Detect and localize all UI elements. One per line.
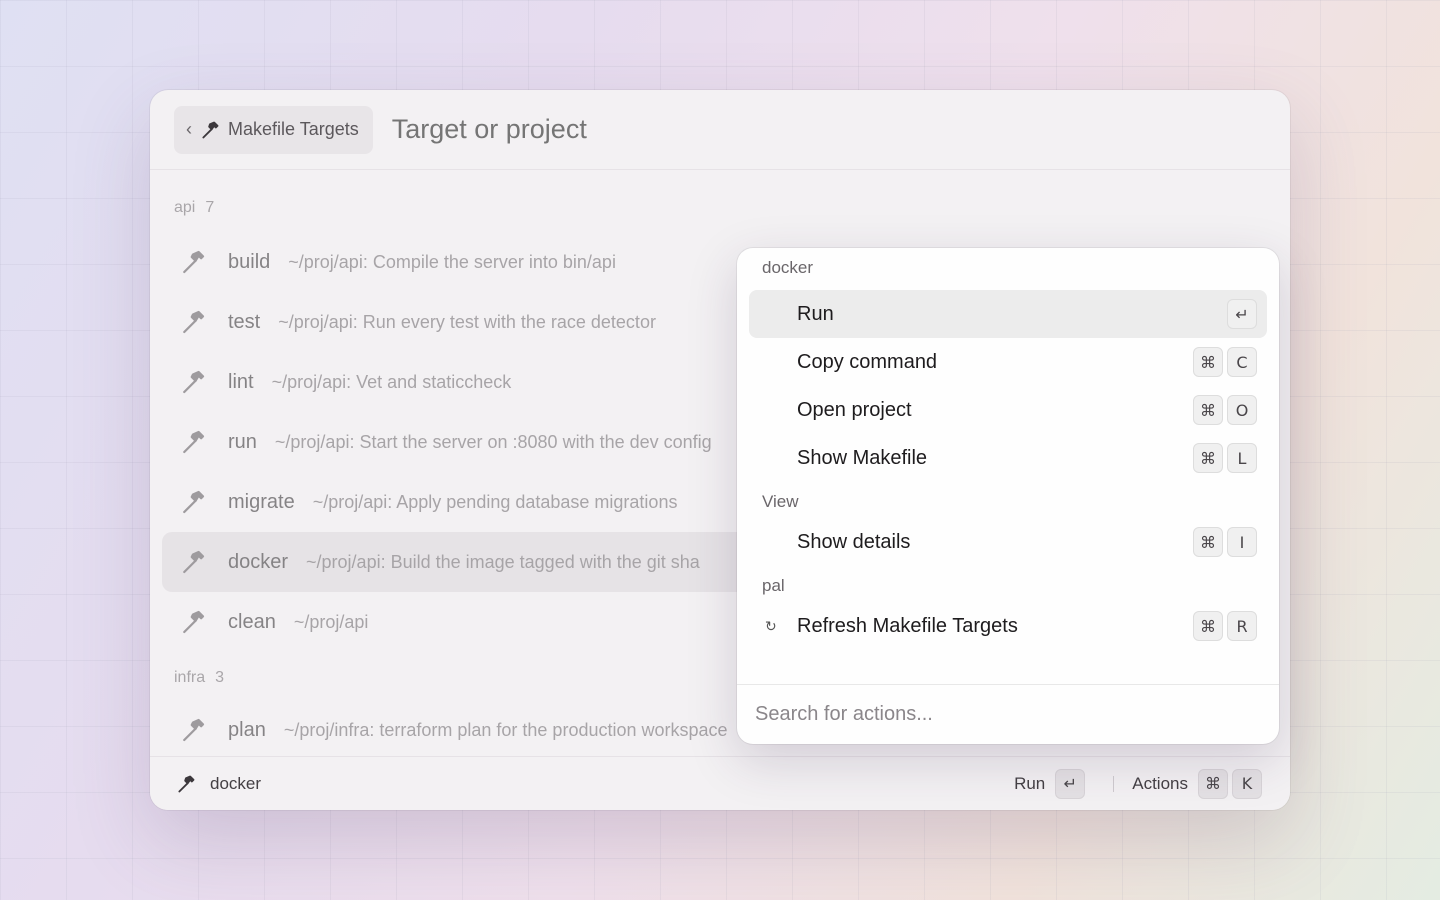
action-label: Show details: [797, 530, 911, 553]
action-label: Copy command: [797, 350, 938, 373]
target-name: run: [228, 430, 257, 453]
target-name: docker: [228, 550, 289, 573]
target-description: ~/proj/infra: terraform plan for the pro…: [283, 719, 728, 740]
shortcut-key-badge: I: [1227, 527, 1257, 557]
target-name: plan: [228, 718, 266, 741]
action-section-title: pal: [762, 576, 785, 595]
hammer-icon: [178, 775, 195, 792]
shortcut-key-badge: ⌘: [1193, 395, 1223, 425]
action-label: Show Makefile: [797, 446, 928, 469]
action-label: Run: [797, 302, 834, 325]
actions-search-bar: [737, 684, 1279, 744]
footer-divider: [1113, 775, 1115, 792]
target-description: ~/proj/api: Start the server on :8080 wi…: [274, 431, 712, 452]
target-name: build: [228, 250, 271, 273]
section-header-api: api 7: [162, 196, 1278, 220]
shortcut-key-badge: ↵: [1227, 299, 1257, 329]
actions-search-input[interactable]: [755, 703, 1279, 726]
target-description: ~/proj/api: Build the image tagged with …: [306, 551, 700, 572]
actions-panel: docker Run ↵ Copy command ⌘ C Open project ⌘ O Sh…: [737, 248, 1279, 744]
shortcut-key-badge: ⌘: [1193, 611, 1223, 641]
action-item-show-details[interactable]: Show details ⌘ I: [749, 518, 1267, 566]
return-key-badge: ↵: [1055, 768, 1086, 799]
hammer-icon: [178, 607, 208, 637]
hammer-icon: [178, 715, 208, 745]
action-section-title: docker: [762, 258, 814, 277]
action-label: Open project: [797, 398, 912, 421]
hammer-icon: [202, 121, 219, 138]
shortcut-key-badge: L: [1227, 443, 1257, 473]
shortcut-key-badge: R: [1227, 611, 1257, 641]
actions-button[interactable]: Actions: [1132, 774, 1188, 794]
action-item-run[interactable]: Run ↵: [749, 290, 1267, 338]
shortcut-key-badge: C: [1227, 347, 1257, 377]
target-name: lint: [228, 370, 254, 393]
selected-target-name: docker: [210, 773, 262, 793]
hammer-icon: [178, 307, 208, 337]
run-action-button[interactable]: Run: [1014, 774, 1045, 794]
action-item-copy-command[interactable]: Copy command ⌘ C: [749, 338, 1267, 386]
command-key-badge: ⌘: [1198, 768, 1228, 799]
target-description: ~/proj/api: [293, 611, 369, 632]
shortcut-key-badge: ⌘: [1193, 527, 1223, 557]
shortcut-key-badge: ⌘: [1193, 347, 1223, 377]
back-breadcrumb-button[interactable]: ‹ Makefile Targets: [174, 105, 373, 154]
refresh-icon: ↻: [765, 617, 777, 634]
target-name: clean: [228, 610, 276, 633]
action-item-open-project[interactable]: Open project ⌘ O: [749, 386, 1267, 434]
hammer-icon: [178, 247, 208, 277]
k-key-badge: K: [1232, 768, 1262, 799]
section-title: api: [174, 199, 196, 216]
action-label: Refresh Makefile Targets: [797, 614, 1018, 637]
section-count: 3: [215, 669, 225, 686]
section-count: 7: [205, 199, 215, 216]
footer-bar: docker Run ↵ Actions ⌘ K: [150, 756, 1290, 810]
action-item-refresh-makefile-targets[interactable]: ↻ Refresh Makefile Targets ⌘ R: [749, 602, 1267, 650]
shortcut-key-badge: O: [1227, 395, 1257, 425]
section-title: infra: [174, 669, 206, 686]
target-name: test: [228, 310, 261, 333]
shortcut-key-badge: ⌘: [1193, 443, 1223, 473]
target-search-input[interactable]: [391, 114, 892, 145]
target-description: ~/proj/api: Compile the server into bin/…: [288, 251, 616, 272]
action-item-show-makefile[interactable]: Show Makefile ⌘ L: [749, 434, 1267, 482]
target-name: migrate: [228, 490, 295, 513]
target-description: ~/proj/api: Apply pending database migra…: [312, 491, 678, 512]
breadcrumb-label: Makefile Targets: [228, 119, 359, 139]
hammer-icon: [178, 427, 208, 457]
hammer-icon: [178, 367, 208, 397]
hammer-icon: [178, 547, 208, 577]
chevron-left-icon: ‹: [186, 119, 192, 139]
action-section-title: View: [762, 492, 799, 511]
hammer-icon: [178, 487, 208, 517]
target-description: ~/proj/api: Vet and staticcheck: [271, 371, 512, 392]
header: ‹ Makefile Targets: [150, 90, 1290, 170]
target-description: ~/proj/api: Run every test with the race…: [278, 311, 656, 332]
